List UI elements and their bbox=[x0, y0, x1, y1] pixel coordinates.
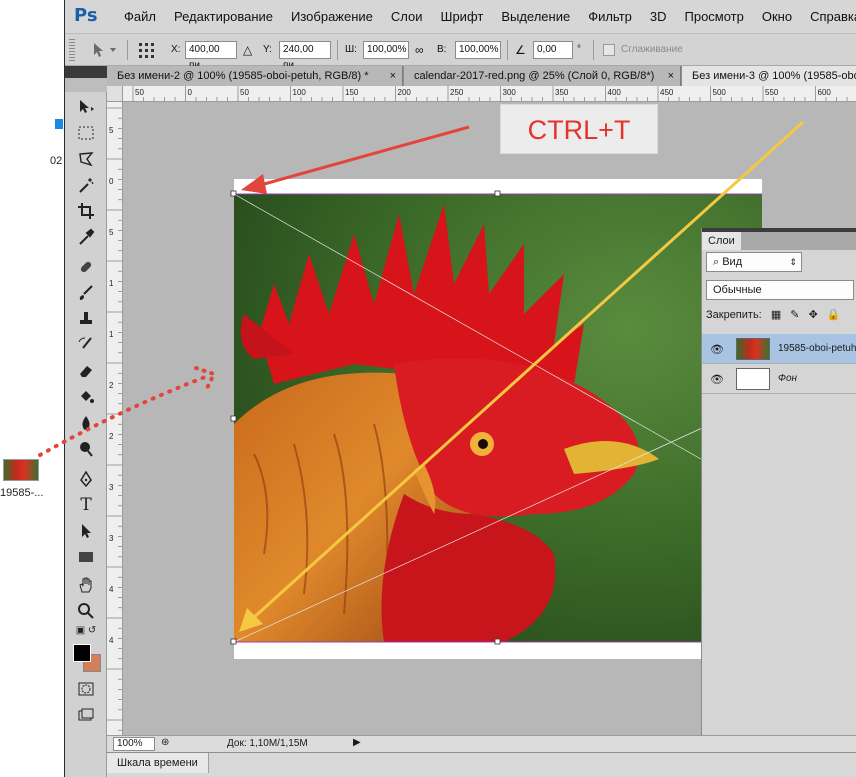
screen-root: 02 19585-... Ps Файл Редактирование Изоб… bbox=[0, 0, 856, 777]
foreground-color-swatch[interactable] bbox=[73, 644, 91, 662]
drag-path-overlay bbox=[38, 366, 217, 457]
